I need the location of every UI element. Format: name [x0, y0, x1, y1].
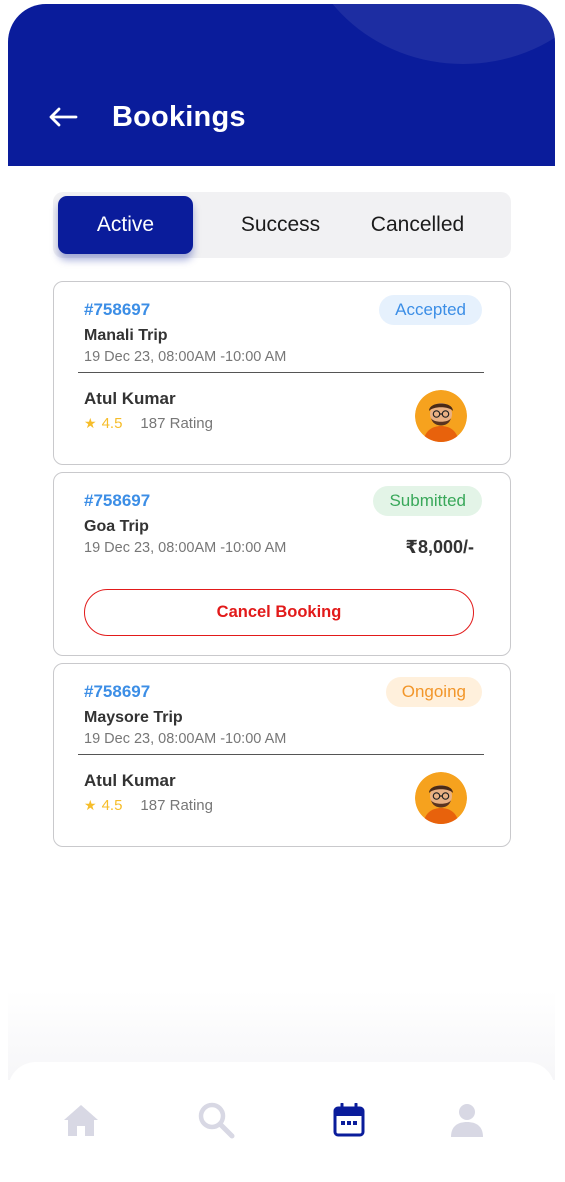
trip-time: 19 Dec 23, 08:00AM -10:00 AM	[84, 540, 287, 556]
booking-id: #758697	[84, 682, 151, 701]
driver-avatar-icon	[415, 390, 467, 442]
booking-price: ₹8,000/-	[405, 537, 474, 557]
rating-count: 187 Rating	[140, 797, 213, 814]
driver-name: Atul Kumar	[84, 771, 176, 790]
divider	[78, 754, 484, 755]
search-icon	[198, 1102, 235, 1139]
avatar[interactable]	[415, 390, 467, 442]
nav-home[interactable]	[59, 1098, 103, 1142]
booking-id: #758697	[84, 491, 151, 510]
arrow-left-icon	[49, 107, 78, 127]
trip-time: 19 Dec 23, 08:00AM -10:00 AM	[84, 349, 287, 365]
home-icon	[64, 1105, 98, 1136]
nav-bookings[interactable]	[327, 1098, 371, 1142]
page-title: Bookings	[112, 101, 246, 133]
booking-id: #758697	[84, 300, 151, 319]
profile-icon	[451, 1104, 483, 1137]
calendar-icon	[333, 1103, 365, 1137]
driver-name: Atul Kumar	[84, 389, 176, 408]
driver-rating: ★ 4.5 187 Rating	[84, 797, 213, 814]
header-decoration	[298, 4, 555, 64]
booking-card[interactable]: #758697 Submitted Goa Trip 19 Dec 23, 08…	[53, 472, 511, 656]
status-badge: Ongoing	[385, 677, 482, 707]
rating-value: 4.5	[101, 797, 123, 814]
trip-name: Maysore Trip	[84, 709, 183, 726]
booking-card[interactable]: #758697 Ongoing Maysore Trip 19 Dec 23, …	[53, 663, 511, 847]
tab-active[interactable]: Active	[58, 196, 193, 254]
tab-success[interactable]: Success	[213, 196, 348, 254]
booking-card[interactable]: #758697 Accepted Manali Trip 19 Dec 23, …	[53, 281, 511, 465]
status-badge: Accepted	[379, 295, 482, 325]
rating-value: 4.5	[101, 415, 123, 432]
nav-search[interactable]	[194, 1098, 238, 1142]
driver-rating: ★ 4.5 187 Rating	[84, 415, 213, 432]
divider	[78, 372, 484, 373]
status-badge: Submitted	[373, 486, 482, 516]
nav-profile[interactable]	[445, 1098, 489, 1142]
driver-avatar-icon	[415, 772, 467, 824]
cancel-booking-button[interactable]: Cancel Booking	[84, 589, 474, 636]
trip-time: 19 Dec 23, 08:00AM -10:00 AM	[84, 731, 287, 747]
trip-name: Goa Trip	[84, 518, 149, 535]
avatar[interactable]	[415, 772, 467, 824]
rating-count: 187 Rating	[140, 415, 213, 432]
trip-name: Manali Trip	[84, 327, 168, 344]
back-button[interactable]	[46, 100, 80, 134]
tab-cancelled[interactable]: Cancelled	[350, 196, 485, 254]
booking-tabs: Active Success Cancelled	[53, 192, 511, 258]
star-icon: ★	[84, 415, 97, 431]
app-header: Bookings	[8, 4, 555, 166]
star-icon: ★	[84, 797, 97, 813]
